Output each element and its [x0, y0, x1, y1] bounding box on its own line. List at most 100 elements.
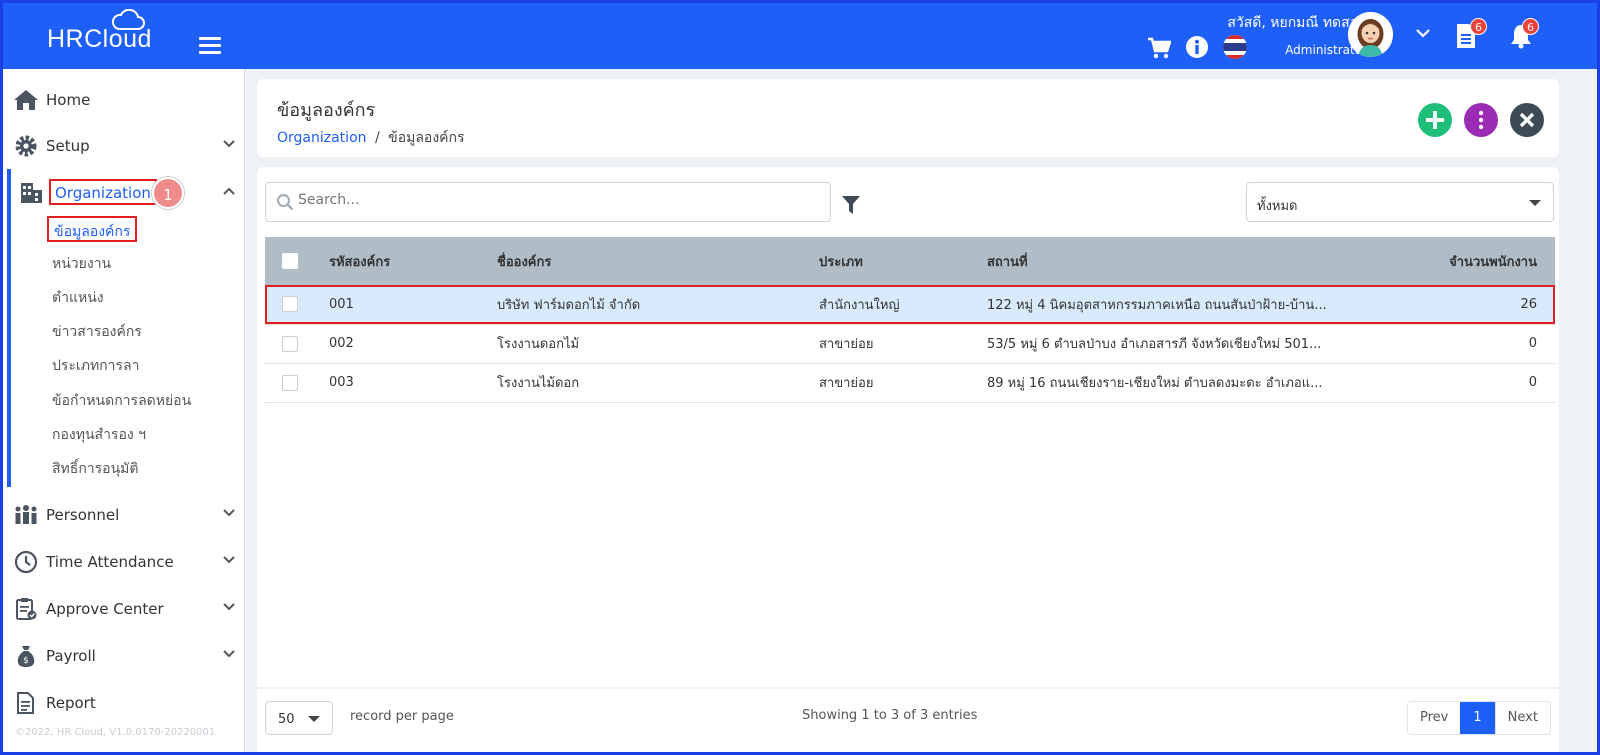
table-row[interactable]: 002 โรงงานดอกไม้ สาขาย่อย 53/5 หมู่ 6 ตำ… [265, 324, 1555, 363]
user-greeting: สวัสดี, หยกมณี ทดสอบ [1227, 15, 1367, 31]
submenu-deduction[interactable]: ข้อกำหนดการลดหย่อน [52, 390, 191, 412]
submenu-provident-fund[interactable]: กองทุนสำรอง ฯ [52, 424, 146, 446]
menu-toggle-icon[interactable] [199, 37, 221, 55]
organization-table: รหัสองค์กร ชื่อองค์กร ประเภท สถานที่ จำน… [265, 237, 1555, 403]
chevron-down-icon [223, 650, 235, 658]
thai-flag-icon[interactable] [1223, 35, 1247, 59]
cell-employee-count: 26 [1520, 296, 1537, 312]
chevron-down-icon[interactable] [1415, 27, 1431, 39]
filter-icon[interactable] [841, 194, 861, 216]
chevron-down-icon [223, 140, 235, 148]
table-footer: 50 record per page Showing 1 to 3 of 3 e… [257, 689, 1559, 752]
clock-icon [14, 550, 38, 574]
caret-down-icon [1529, 200, 1541, 206]
sidebar-item-report[interactable]: Report [3, 682, 245, 722]
submenu-position[interactable]: ตำแหน่ง [52, 287, 104, 309]
sidebar-item-label: Payroll [46, 647, 96, 665]
page-button-1[interactable]: 1 [1460, 702, 1495, 734]
sidebar-item-label: Personnel [46, 506, 120, 524]
column-header-type[interactable]: ประเภท [819, 237, 987, 285]
copyright-text: ©2022, HR Cloud, V1.0.0170-20220001 [15, 727, 216, 738]
sidebar-item-label-organization[interactable]: Organization [49, 179, 157, 205]
search-input[interactable] [298, 192, 798, 208]
cell-name: บริษัท ฟาร์มดอกไม้ จำกัด [497, 297, 641, 313]
search-box[interactable] [265, 182, 831, 222]
sidebar-item-payroll[interactable]: $ Payroll [3, 635, 245, 675]
documents-badge: 6 [1470, 18, 1487, 35]
select-value: ทั้งหมด [1257, 199, 1298, 214]
cell-type: สำนักงานใหญ่ [819, 297, 900, 313]
cell-location: 122 หมู่ 4 นิคมอุตสาหกรรมภาคเหนือ ถนนสัน… [987, 297, 1327, 313]
page-header-card: ข้อมูลองค์กร Organization / ข้อมูลองค์กร [257, 79, 1559, 157]
breadcrumb-separator: / [374, 130, 380, 146]
submenu-department[interactable]: หน่วยงาน [52, 253, 111, 275]
plus-icon [1426, 111, 1444, 129]
breadcrumb-link-organization[interactable]: Organization [277, 130, 367, 146]
add-button[interactable] [1418, 103, 1452, 137]
chevron-down-icon [223, 509, 235, 517]
search-icon [276, 193, 294, 211]
avatar-icon [1348, 12, 1393, 57]
cell-type: สาขาย่อย [819, 337, 874, 352]
sidebar: Home Setup Organization 1 ข้อมูลองค์กร ห… [3, 69, 245, 752]
kebab-menu-icon [1478, 110, 1484, 130]
cell-code: 003 [329, 375, 354, 390]
cell-name: โรงงานไม้ดอก [497, 376, 580, 391]
cell-location: 89 หมู่ 16 ถนนเชียงราย-เชียงใหม่ ตำบลดงม… [987, 376, 1323, 391]
submenu-news[interactable]: ข่าวสารองค์กร [52, 321, 142, 343]
people-icon [15, 505, 37, 524]
chevron-down-icon [223, 556, 235, 564]
close-icon [1519, 112, 1535, 128]
close-button[interactable] [1510, 103, 1544, 137]
sidebar-item-time-attendance[interactable]: Time Attendance [3, 541, 245, 581]
chevron-up-icon [223, 187, 235, 195]
column-header-name[interactable]: ชื่อองค์กร [497, 237, 819, 285]
breadcrumb-current: ข้อมูลองค์กร [388, 130, 465, 146]
home-icon [14, 90, 38, 110]
per-page-label: record per page [350, 709, 454, 724]
cart-icon[interactable] [1147, 37, 1171, 59]
building-icon [21, 183, 42, 203]
sidebar-item-label: Setup [46, 137, 90, 155]
sidebar-item-label: Report [46, 694, 96, 712]
more-options-button[interactable] [1464, 103, 1498, 137]
per-page-value: 50 [278, 712, 295, 727]
submenu-leave-type[interactable]: ประเภทการลา [52, 355, 139, 377]
column-header-employee-count[interactable]: จำนวนพนักงาน [1367, 237, 1555, 285]
caret-down-icon [308, 716, 320, 722]
sidebar-item-setup[interactable]: Setup [3, 125, 245, 165]
table-row[interactable]: 001 บริษัท ฟาร์มดอกไม้ จำกัด สำนักงานใหญ… [265, 285, 1555, 324]
notifications-badge: 6 [1522, 18, 1539, 35]
submenu-org-info[interactable]: ข้อมูลองค์กร [47, 216, 138, 242]
app-logo[interactable]: HRCloud [47, 25, 152, 54]
step-badge: 1 [152, 177, 184, 209]
row-checkbox[interactable] [282, 335, 298, 352]
sidebar-item-home[interactable]: Home [3, 79, 245, 119]
money-bag-icon: $ [17, 646, 35, 667]
svg-text:$: $ [23, 656, 29, 666]
row-checkbox[interactable] [282, 374, 298, 391]
per-page-select[interactable]: 50 [265, 701, 333, 735]
pagination: Prev 1 Next [1407, 701, 1551, 735]
table-row[interactable]: 003 โรงงานไม้ดอก สาขาย่อย 89 หมู่ 16 ถนน… [265, 363, 1555, 402]
prev-page-button[interactable]: Prev [1408, 702, 1461, 734]
sidebar-item-approve-center[interactable]: Approve Center [3, 588, 245, 628]
organization-type-select[interactable]: ทั้งหมด [1246, 182, 1554, 222]
chevron-down-icon [223, 603, 235, 611]
organization-list-card: ทั้งหมด รหัสองค์กร ชื่อองค์กร ประเภท สถา… [257, 167, 1559, 687]
sidebar-item-personnel[interactable]: Personnel [3, 494, 245, 534]
next-page-button[interactable]: Next [1494, 702, 1550, 734]
select-all-checkbox[interactable] [282, 253, 298, 269]
row-checkbox[interactable] [282, 296, 298, 313]
cell-code: 002 [329, 336, 354, 351]
active-section-indicator [7, 169, 11, 487]
column-header-code[interactable]: รหัสองค์กร [329, 237, 497, 285]
column-header-location[interactable]: สถานที่ [987, 237, 1367, 285]
app-frame: HRCloud สวัสดี, หยกมณี ทดสอบ Administrat… [3, 3, 1597, 752]
info-icon[interactable] [1186, 36, 1208, 58]
top-header: HRCloud สวัสดี, หยกมณี ทดสอบ Administrat… [3, 3, 1597, 69]
user-avatar[interactable] [1348, 12, 1393, 57]
breadcrumb: Organization / ข้อมูลองค์กร [277, 127, 465, 149]
submenu-approval-rights[interactable]: สิทธิ์การอนุมัติ [52, 458, 138, 480]
entries-summary: Showing 1 to 3 of 3 entries [802, 708, 978, 723]
